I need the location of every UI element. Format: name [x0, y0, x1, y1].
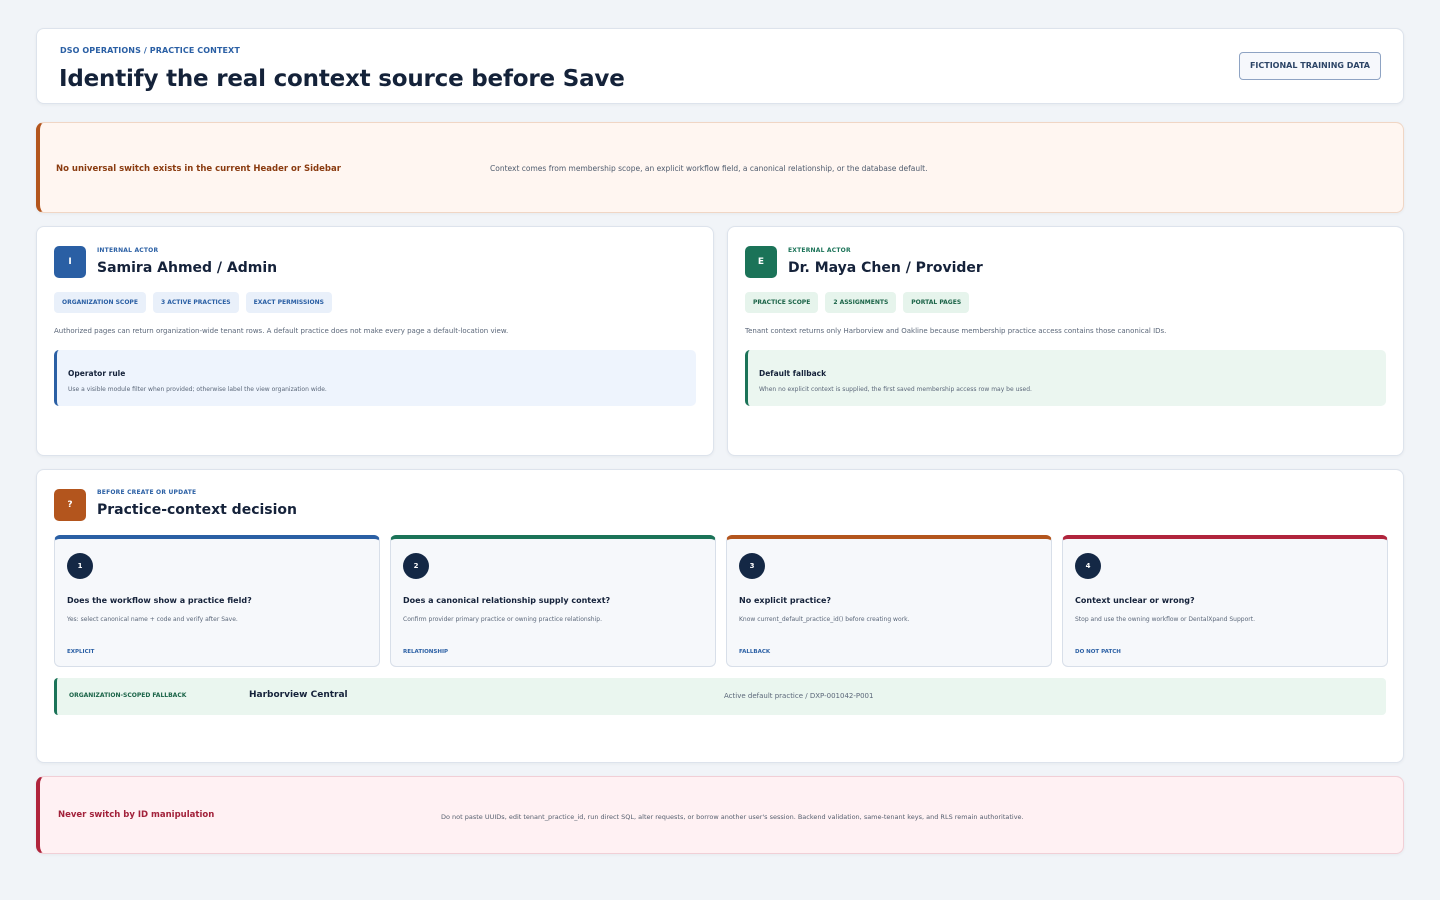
step-tag: DO NOT PATCH: [1075, 649, 1121, 655]
step-tag: EXPLICIT: [67, 649, 95, 655]
external-actor-avatar: E: [745, 246, 777, 278]
chip-organization-scope: ORGANIZATION SCOPE: [54, 292, 146, 313]
decision-step: 2 Does a canonical relationship supply c…: [390, 535, 716, 667]
step-detail: Stop and use the owning workflow or Dent…: [1075, 616, 1255, 623]
default-fallback-text: When no explicit context is supplied, th…: [759, 386, 1032, 393]
warning-title: No universal switch exists in the curren…: [56, 164, 341, 174]
chip-portal-pages: PORTAL PAGES: [903, 292, 970, 313]
external-actor-card: E EXTERNAL ACTOR Dr. Maya Chen / Provide…: [727, 226, 1404, 456]
decision-title: Practice-context decision: [97, 502, 298, 518]
default-fallback-title: Default fallback: [759, 369, 827, 378]
internal-actor-description: Authorized pages can return organization…: [54, 327, 509, 335]
danger-banner: Never switch by ID manipulation Do not p…: [36, 776, 1404, 854]
fallback-practice-meta: Active default practice / DXP-001042-P00…: [724, 692, 874, 700]
chip-assignments: 2 ASSIGNMENTS: [825, 292, 897, 313]
danger-text: Do not paste UUIDs, edit tenant_practice…: [441, 813, 1024, 821]
decision-step: 3 No explicit practice? Know current_def…: [726, 535, 1052, 667]
decision-steps: 1 Does the workflow show a practice fiel…: [54, 535, 1388, 667]
fallback-label: ORGANIZATION-SCOPED FALLBACK: [69, 692, 187, 699]
step-question: Does the workflow show a practice field?: [67, 596, 252, 605]
external-actor-description: Tenant context returns only Harborview a…: [745, 327, 1167, 335]
internal-actor-avatar: I: [54, 246, 86, 278]
chip-practice-scope: PRACTICE SCOPE: [745, 292, 819, 313]
external-actor-chips: PRACTICE SCOPE 2 ASSIGNMENTS PORTAL PAGE…: [745, 292, 970, 313]
operator-rule-title: Operator rule: [68, 369, 126, 378]
organization-fallback-row: ORGANIZATION-SCOPED FALLBACK Harborview …: [54, 678, 1386, 715]
step-number: 2: [403, 553, 429, 579]
decision-avatar: ?: [54, 489, 86, 521]
default-fallback-callout: Default fallback When no explicit contex…: [745, 350, 1386, 406]
decision-step: 4 Context unclear or wrong? Stop and use…: [1062, 535, 1388, 667]
fallback-practice-name: Harborview Central: [249, 690, 348, 700]
operator-rule-text: Use a visible module filter when provide…: [68, 386, 327, 393]
decision-step: 1 Does the workflow show a practice fiel…: [54, 535, 380, 667]
step-tag: RELATIONSHIP: [403, 649, 449, 655]
warning-banner: No universal switch exists in the curren…: [36, 122, 1404, 213]
step-question: Context unclear or wrong?: [1075, 596, 1195, 605]
internal-actor-kicker: INTERNAL ACTOR: [97, 247, 159, 254]
external-actor-name: Dr. Maya Chen / Provider: [788, 260, 983, 276]
operator-rule-callout: Operator rule Use a visible module filte…: [54, 350, 696, 406]
danger-title: Never switch by ID manipulation: [58, 810, 215, 820]
external-actor-kicker: EXTERNAL ACTOR: [788, 247, 851, 254]
chip-exact-permissions: EXACT PERMISSIONS: [245, 292, 332, 313]
practice-context-decision-card: ? BEFORE CREATE OR UPDATE Practice-conte…: [36, 469, 1404, 763]
step-number: 3: [739, 553, 765, 579]
step-question: Does a canonical relationship supply con…: [403, 596, 611, 605]
training-data-badge: FICTIONAL TRAINING DATA: [1238, 52, 1381, 80]
decision-kicker: BEFORE CREATE OR UPDATE: [97, 489, 197, 496]
step-number: 4: [1075, 553, 1101, 579]
step-question: No explicit practice?: [739, 596, 832, 605]
internal-actor-name: Samira Ahmed / Admin: [97, 260, 278, 276]
internal-actor-card: I INTERNAL ACTOR Samira Ahmed / Admin OR…: [36, 226, 714, 456]
breadcrumb: DSO OPERATIONS / PRACTICE CONTEXT: [60, 46, 240, 55]
step-detail: Yes: select canonical name + code and ve…: [67, 616, 238, 623]
step-detail: Know current_default_practice_id() befor…: [739, 616, 910, 623]
chip-active-practices: 3 ACTIVE PRACTICES: [152, 292, 239, 313]
step-number: 1: [67, 553, 93, 579]
internal-actor-chips: ORGANIZATION SCOPE 3 ACTIVE PRACTICES EX…: [54, 292, 332, 313]
warning-text: Context comes from membership scope, an …: [490, 164, 928, 173]
step-detail: Confirm provider primary practice or own…: [403, 616, 602, 623]
page-title: Identify the real context source before …: [59, 66, 625, 92]
step-tag: FALLBACK: [739, 649, 771, 655]
page-header: DSO OPERATIONS / PRACTICE CONTEXT Identi…: [36, 28, 1404, 104]
